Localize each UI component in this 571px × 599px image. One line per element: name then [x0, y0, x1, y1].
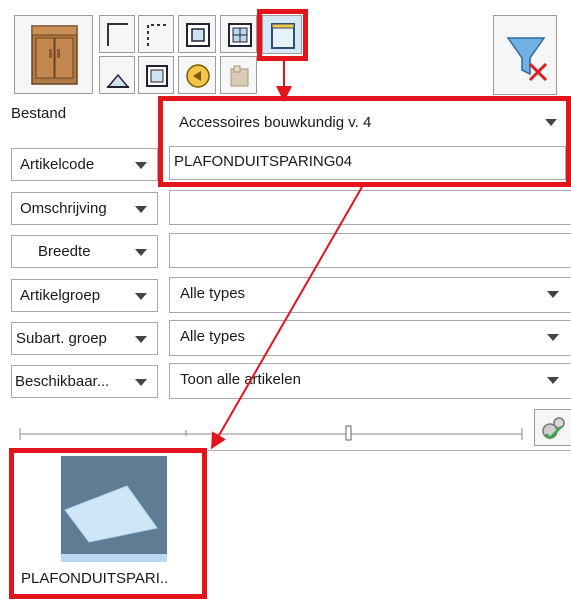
gears-icon [542, 417, 565, 440]
artikelgroep-filter-button[interactable]: Artikelgroep [11, 279, 158, 312]
bestand-select[interactable]: Accessoires bouwkundig v. 4 [169, 104, 571, 142]
refresh-items-button[interactable] [534, 409, 571, 446]
slider-thumb [345, 425, 352, 441]
ceiling-opening-button[interactable] [262, 15, 302, 54]
subart-groep-filter-button[interactable]: Subart. groep [11, 322, 158, 355]
beschikbaar-filter-button[interactable]: Beschikbaar... [11, 365, 158, 398]
square-frame-icon [146, 65, 168, 87]
slider-track [19, 425, 523, 441]
ceiling-opening-icon [271, 23, 295, 49]
bestand-value: Accessoires bouwkundig v. 4 [179, 114, 372, 131]
accessory-box-button[interactable] [220, 56, 257, 94]
omschrijving-label: Omschrijving [20, 200, 107, 217]
chevron-down-icon [545, 119, 557, 126]
corner-profile-icon [107, 23, 128, 46]
square-frame-button[interactable] [138, 56, 174, 94]
clear-filter-button[interactable] [493, 15, 557, 95]
cabinet-tool-button[interactable] [14, 15, 93, 94]
artikelgroep-select[interactable]: Alle types [169, 277, 571, 313]
chevron-down-icon [135, 206, 147, 213]
dotted-corner-button[interactable] [138, 15, 174, 53]
chevron-down-icon [547, 334, 559, 341]
chevron-down-icon [547, 291, 559, 298]
corner-profile-button[interactable] [99, 15, 135, 53]
ceiling-opening-thumbnail-icon [61, 485, 167, 562]
cabinet-icon [31, 25, 78, 85]
size-slider[interactable] [14, 420, 526, 442]
chevron-down-icon [547, 377, 559, 384]
bestand-label: Bestand [11, 105, 67, 122]
subart-groep-label: Subart. groep [16, 330, 107, 347]
chevron-down-icon [135, 336, 147, 343]
chevron-down-icon [135, 249, 147, 256]
grid-window-button[interactable] [220, 15, 257, 53]
subart-groep-value: Alle types [180, 328, 246, 345]
beschikbaar-value: Toon alle artikelen [180, 371, 301, 388]
artikelgroep-label: Artikelgroep [20, 287, 101, 304]
window-frame-icon [186, 23, 210, 47]
breedte-filter-button[interactable]: Breedte [11, 235, 158, 268]
grid-window-icon [228, 23, 252, 47]
window-frame-button[interactable] [178, 15, 216, 53]
subart-groep-select[interactable]: Alle types [169, 320, 571, 356]
speaker-button[interactable] [178, 56, 216, 94]
chevron-down-icon [135, 379, 147, 386]
omschrijving-filter-button[interactable]: Omschrijving [11, 192, 158, 225]
artikelcode-filter-button[interactable]: Artikelcode [11, 148, 158, 181]
breedte-label: Breedte [38, 243, 91, 260]
artikelcode-value: PLAFONDUITSPARING04 [174, 153, 353, 170]
result-item[interactable]: PLAFONDUITSPARI.. [17, 456, 205, 596]
artikelgroep-value: Alle types [180, 285, 246, 302]
speaker-icon [186, 64, 210, 88]
roof-icon [106, 73, 130, 88]
dotted-corner-icon [147, 24, 167, 46]
item-thumbnail [61, 456, 167, 562]
omschrijving-input[interactable] [169, 190, 571, 225]
beschikbaar-label: Beschikbaar... [15, 373, 110, 390]
chevron-down-icon [135, 293, 147, 300]
artikelcode-label: Artikelcode [20, 156, 95, 173]
chevron-down-icon [135, 162, 147, 169]
accessory-box-icon [230, 65, 249, 87]
artikelcode-input[interactable]: PLAFONDUITSPARING04 [169, 146, 566, 180]
arrow-to-result [211, 186, 363, 450]
beschikbaar-select[interactable]: Toon alle artikelen [169, 363, 571, 399]
breedte-input[interactable] [169, 233, 571, 268]
roof-button[interactable] [99, 56, 135, 94]
filter-clear-icon [506, 37, 548, 82]
item-label: PLAFONDUITSPARI.. [21, 570, 169, 587]
